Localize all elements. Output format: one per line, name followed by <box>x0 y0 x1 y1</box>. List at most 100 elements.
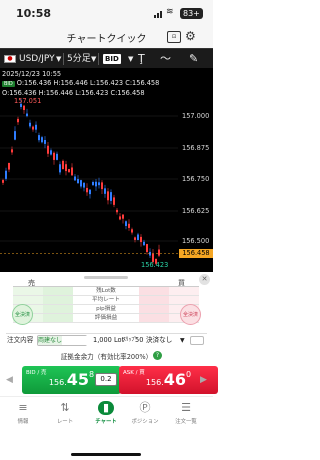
slippage-input[interactable]: 50 <box>135 336 143 345</box>
tab-chart[interactable]: ▮ チャート <box>88 401 124 425</box>
candle-body <box>53 152 55 160</box>
bid-tag: BID <box>2 81 15 87</box>
settlement-selector[interactable]: 決済なし <box>146 336 172 345</box>
home-indicator <box>71 453 141 456</box>
candle-body <box>137 234 139 241</box>
chevron-down-icon[interactable]: ▼ <box>56 49 61 69</box>
candle-body <box>32 126 34 130</box>
position-icon: Ⓟ <box>139 401 151 414</box>
candle-body <box>2 180 4 183</box>
chart-ohlc-line-2: O:156.436 H:156.446 L:156.423 C:156.458 <box>2 89 145 97</box>
chevron-right-icon[interactable]: ▶ <box>200 375 207 385</box>
summary-row-label: pip損益 <box>96 306 116 312</box>
japan-us-flag-icon: ● <box>4 55 16 63</box>
wave-icon[interactable]: 〜 <box>160 49 171 69</box>
timeframe-selector[interactable]: 5分足 <box>67 49 91 69</box>
candle-body <box>8 162 10 170</box>
price-type-selector[interactable]: BID <box>103 54 121 64</box>
gear-icon[interactable]: ⚙ <box>185 29 196 43</box>
order-panel: ✕ 売 買 残Lot数 平均レート pip損益 評価損益 全決済 全決済 注文内… <box>0 272 213 366</box>
candle-body <box>125 221 127 226</box>
candle-body <box>59 164 61 173</box>
chart-toolbar: ● USD/JPY ▼ 5分足 ▼ BID ▼ Ţ 〜 ✎ <box>0 48 213 68</box>
price-axis-label: 156.875 <box>182 144 210 152</box>
candle-body <box>77 179 79 184</box>
candle-body <box>14 131 16 140</box>
hedge-toggle[interactable]: 両建なし <box>37 335 87 346</box>
sell-close-all-button[interactable]: 全決済 <box>12 304 33 325</box>
candle-body <box>89 189 91 195</box>
clock: 10:58 <box>16 7 52 20</box>
candle-body <box>131 229 133 233</box>
candle-body <box>113 197 115 205</box>
candlestick-chart[interactable]: 2025/12/23 10:55 BID O:156.436 H:156.446 … <box>0 68 213 272</box>
candle-body <box>146 244 148 252</box>
trade-buttons: ◀ BID / 売 156.458 0.2 ASK / 買 156.460 ▶ <box>0 366 218 396</box>
tab-position[interactable]: Ⓟ ポジション <box>127 401 163 425</box>
divider <box>98 53 99 65</box>
page-title: チャートクイック <box>66 34 147 45</box>
chart-ohlc-line: BID O:156.436 H:156.446 L:156.423 C:156.4… <box>2 79 159 87</box>
candle-body <box>56 153 58 160</box>
candle-body <box>23 105 25 111</box>
price-axis-label: 157.000 <box>182 112 210 120</box>
ohlc-values: O:156.436 H:156.446 L:156.423 C:156.458 <box>16 79 160 87</box>
pen-icon[interactable]: ✎ <box>189 49 198 69</box>
candle-body <box>122 214 124 219</box>
buy-close-all-button[interactable]: 全決済 <box>180 304 201 325</box>
candle-body <box>71 167 73 176</box>
chevron-down-icon[interactable]: ▼ <box>180 336 185 345</box>
candle-body <box>98 182 100 186</box>
lot-input[interactable]: 1,000 Lot <box>93 336 124 345</box>
order-settings: 注文内容 両建なし 1,000 Lot ｽﾘｯﾌﾟ 50 決済なし ▼ <box>6 333 207 346</box>
settings-panel-icon[interactable]: ⊡ <box>167 31 181 43</box>
candle-body <box>92 182 94 186</box>
chart-high-label: 157.051 <box>14 97 42 105</box>
candle-body <box>134 237 136 240</box>
chart-icon: ▮ <box>98 401 114 415</box>
tab-rate[interactable]: ⇅ レート <box>47 401 83 425</box>
margin-text: 証拠金余力（有効比率200%） <box>60 353 153 361</box>
status-bar: 10:58 ≋ 83+ <box>0 0 213 28</box>
candle-body <box>44 139 46 144</box>
chart-datetime: 2025/12/23 10:55 <box>2 70 62 78</box>
candle-body <box>158 249 160 256</box>
chevron-down-icon[interactable]: ▼ <box>91 49 96 69</box>
summary-row-label: 残Lot数 <box>96 288 116 294</box>
candle-body <box>17 118 19 123</box>
candle-body <box>5 170 7 179</box>
chevron-left-icon[interactable]: ◀ <box>6 375 13 385</box>
order-type-label: 注文内容 <box>7 336 34 344</box>
candle-body <box>110 192 112 201</box>
menu-icon: ≡ <box>18 401 28 414</box>
chart-low-label: 156.423 <box>141 261 169 269</box>
price-axis-label: 156.625 <box>182 207 210 215</box>
candle-body <box>107 191 109 201</box>
candle-body <box>83 182 85 188</box>
question-icon[interactable]: ? <box>153 351 162 360</box>
order-option-box[interactable] <box>190 336 204 345</box>
candle-body <box>41 137 43 143</box>
candle-body <box>143 241 145 246</box>
current-price-label: 156.458 <box>179 249 213 258</box>
candle-body <box>119 216 121 220</box>
candle-body <box>104 188 106 194</box>
rate-icon: ⇅ <box>60 401 70 414</box>
candle-body <box>62 160 64 170</box>
candle-body <box>68 169 70 173</box>
candle-body <box>47 145 49 154</box>
candle-body <box>65 164 67 172</box>
candle-body <box>101 182 103 190</box>
currency-pair-selector[interactable]: USD/JPY <box>19 49 55 69</box>
list-icon: ☰ <box>181 401 191 414</box>
close-icon[interactable]: ✕ <box>199 274 210 285</box>
text-icon[interactable]: Ţ <box>138 49 145 69</box>
position-summary: 残Lot数 平均レート pip損益 評価損益 <box>13 286 199 332</box>
drag-handle[interactable] <box>84 276 128 279</box>
candle-body <box>80 180 82 187</box>
tab-info[interactable]: ≡ 情報 <box>5 401 41 425</box>
divider <box>63 53 64 65</box>
price-axis-label: 156.500 <box>182 237 210 245</box>
chevron-down-icon[interactable]: ▼ <box>128 49 133 69</box>
tab-order-list[interactable]: ☰ 注文一覧 <box>168 401 204 425</box>
